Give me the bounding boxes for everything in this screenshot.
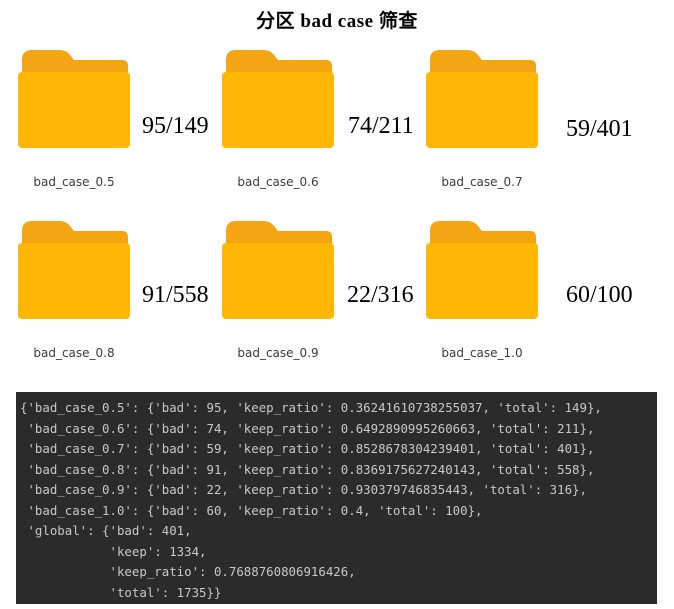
bad-case-ratio: 74/211	[348, 113, 414, 139]
folder-label: bad_case_0.7	[441, 175, 523, 189]
bad-case-ratio: 95/149	[142, 113, 209, 139]
folder-icon	[222, 221, 334, 319]
bad-case-ratio: 22/316	[347, 282, 414, 308]
bad-case-ratio: 59/401	[566, 116, 633, 142]
code-line: 'bad_case_0.9': {'bad': 22, 'keep_ratio'…	[20, 482, 587, 497]
folder-bad-case-0-6[interactable]: bad_case_0.6	[222, 48, 342, 198]
folder-icon	[18, 50, 130, 148]
folder-bad-case-0-5[interactable]: bad_case_0.5	[18, 48, 138, 198]
code-line: 'bad_case_0.7': {'bad': 59, 'keep_ratio'…	[20, 441, 595, 456]
folder-label: bad_case_0.5	[33, 175, 115, 189]
folder-icon	[222, 50, 334, 148]
bad-case-ratio: 91/558	[142, 282, 209, 308]
code-line: 'global': {'bad': 401,	[20, 523, 192, 538]
code-line: 'keep_ratio': 0.7688760806916426,	[20, 564, 356, 579]
code-output-panel: {'bad_case_0.5': {'bad': 95, 'keep_ratio…	[16, 392, 657, 604]
bad-case-ratio: 60/100	[566, 282, 633, 308]
code-line: 'bad_case_0.8': {'bad': 91, 'keep_ratio'…	[20, 461, 595, 477]
code-line: 'total': 1735}}	[20, 584, 222, 600]
code-line: 'bad_case_0.6': {'bad': 74, 'keep_ratio'…	[20, 420, 595, 436]
folder-icon	[426, 50, 538, 148]
folder-label: bad_case_0.9	[237, 346, 319, 360]
folder-label: bad_case_0.8	[33, 346, 115, 360]
folder-bad-case-0-8[interactable]: bad_case_0.8	[18, 219, 138, 369]
folder-bad-case-0-9[interactable]: bad_case_0.9	[222, 219, 342, 369]
folder-label: bad_case_1.0	[441, 346, 523, 360]
page-title: 分区 bad case 筛查	[256, 11, 418, 32]
folder-bad-case-1-0[interactable]: bad_case_1.0	[426, 219, 546, 369]
code-line: 'bad_case_1.0': {'bad': 60, 'keep_ratio'…	[20, 502, 483, 518]
folder-icon	[426, 221, 538, 319]
code-line: {'bad_case_0.5': {'bad': 95, 'keep_ratio…	[20, 400, 602, 415]
code-line: 'keep': 1334,	[20, 543, 207, 559]
folder-label: bad_case_0.6	[237, 175, 319, 189]
folder-icon	[18, 221, 130, 319]
folder-bad-case-0-7[interactable]: bad_case_0.7	[426, 48, 546, 198]
